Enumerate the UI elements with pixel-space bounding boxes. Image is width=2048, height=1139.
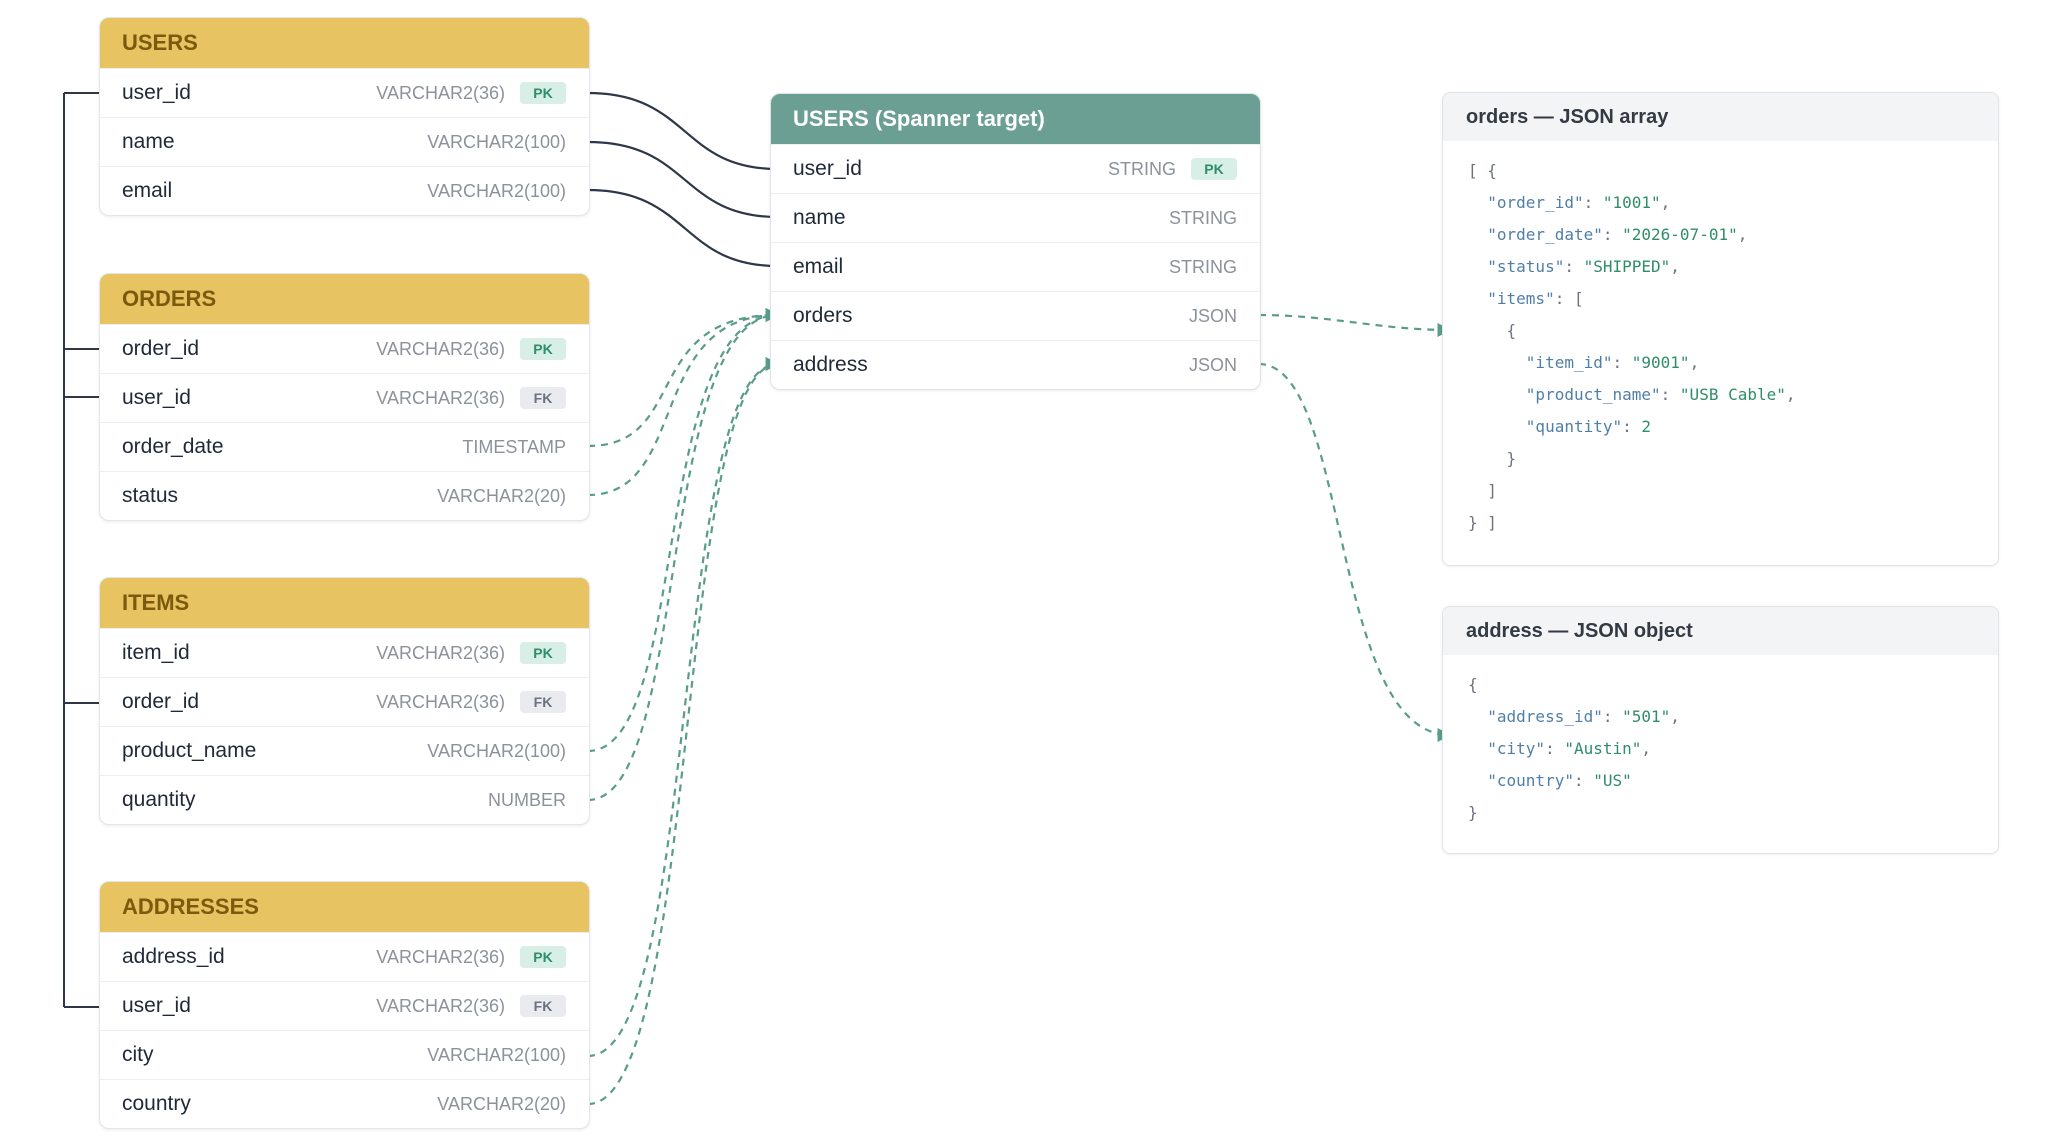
orders-row-user-id: user_id VARCHAR2(36) FK: [100, 373, 589, 422]
link-user-id: [587, 91, 779, 174]
users-row-name: name VARCHAR2(100): [100, 117, 589, 166]
column-type: VARCHAR2(36): [376, 643, 505, 663]
column-name: order_id: [122, 337, 200, 360]
column-name: email: [793, 255, 844, 278]
target-row-address: address JSON: [771, 340, 1260, 389]
column-name: orders: [793, 304, 853, 327]
column-name: address: [793, 353, 868, 376]
address-json-panel-title: address — JSON object: [1443, 607, 1998, 655]
items-table: ITEMS item_id VARCHAR2(36) PK order_id V…: [99, 577, 590, 825]
users-table: USERS user_id VARCHAR2(36) PK name VARCH…: [99, 17, 590, 216]
target-table-header: USERS (Spanner target): [771, 94, 1260, 144]
column-name: user_id: [122, 81, 191, 104]
column-type: JSON: [1188, 306, 1237, 326]
link-orders-to-json-array: [1258, 313, 1452, 337]
column-name: name: [793, 206, 846, 229]
column-name: quantity: [122, 788, 196, 811]
fk-badge: FK: [520, 387, 566, 409]
target-row-user-id: user_id STRING PK: [771, 144, 1260, 193]
column-type: TIMESTAMP: [462, 437, 566, 457]
orders-json-panel: orders — JSON array [ { "order_id": "100…: [1442, 92, 1999, 566]
column-type: VARCHAR2(36): [376, 947, 505, 967]
orders-row-order-id: order_id VARCHAR2(36) PK: [100, 324, 589, 373]
address-json-panel: address — JSON object { "address_id": "5…: [1442, 606, 1999, 854]
users-row-user-id: user_id VARCHAR2(36) PK: [100, 68, 589, 117]
link-email: [587, 188, 779, 271]
column-name: user_id: [793, 157, 862, 180]
orders-table-header: ORDERS: [100, 274, 589, 324]
link-city-to-address: [587, 357, 780, 1058]
column-type: STRING: [1168, 208, 1237, 228]
column-type: VARCHAR2(100): [427, 1045, 566, 1065]
column-name: user_id: [122, 386, 191, 409]
fk-badge: FK: [520, 691, 566, 713]
orders-row-status: status VARCHAR2(20): [100, 471, 589, 520]
items-row-product-name: product_name VARCHAR2(100): [100, 726, 589, 775]
address-json-code: { "address_id": "501", "city": "Austin",…: [1468, 675, 1680, 822]
addresses-row-user-id: user_id VARCHAR2(36) FK: [100, 981, 589, 1030]
items-row-quantity: quantity NUMBER: [100, 775, 589, 824]
users-table-header: USERS: [100, 18, 589, 68]
column-type: VARCHAR2(36): [376, 996, 505, 1016]
column-name: user_id: [122, 994, 191, 1017]
column-type: NUMBER: [487, 790, 566, 810]
column-name: status: [122, 484, 179, 507]
column-name: email: [122, 179, 173, 202]
link-address-to-json-object: [1258, 362, 1452, 742]
addresses-row-city: city VARCHAR2(100): [100, 1030, 589, 1079]
link-status-to-orders: [587, 308, 780, 497]
items-row-item-id: item_id VARCHAR2(36) PK: [100, 628, 589, 677]
column-name: item_id: [122, 641, 190, 664]
column-type: VARCHAR2(20): [437, 1094, 566, 1114]
column-type: VARCHAR2(36): [376, 339, 505, 359]
users-row-email: email VARCHAR2(100): [100, 166, 589, 215]
pk-badge: PK: [520, 642, 566, 664]
fk-relationship-bracket: [63, 92, 99, 1008]
column-name: name: [122, 130, 175, 153]
column-type: VARCHAR2(36): [376, 388, 505, 408]
column-name: city: [122, 1043, 154, 1066]
target-row-orders: orders JSON: [771, 291, 1260, 340]
column-type: VARCHAR2(36): [376, 692, 505, 712]
fk-badge: FK: [520, 995, 566, 1017]
items-table-header: ITEMS: [100, 578, 589, 628]
addresses-row-address-id: address_id VARCHAR2(36) PK: [100, 932, 589, 981]
target-row-name: name STRING: [771, 193, 1260, 242]
orders-table: ORDERS order_id VARCHAR2(36) PK user_id …: [99, 273, 590, 521]
column-name: order_id: [122, 690, 200, 713]
target-row-email: email STRING: [771, 242, 1260, 291]
column-type: STRING: [1168, 257, 1237, 277]
column-name: country: [122, 1092, 191, 1115]
items-row-order-id: order_id VARCHAR2(36) FK: [100, 677, 589, 726]
column-type: VARCHAR2(36): [376, 83, 505, 103]
spanner-target-table: USERS (Spanner target) user_id STRING PK…: [770, 93, 1261, 390]
orders-row-order-date: order_date TIMESTAMP: [100, 422, 589, 471]
pk-badge: PK: [520, 338, 566, 360]
column-type: VARCHAR2(100): [427, 132, 566, 152]
orders-json-panel-title: orders — JSON array: [1443, 93, 1998, 141]
pk-badge: PK: [520, 946, 566, 968]
addresses-table: ADDRESSES address_id VARCHAR2(36) PK use…: [99, 881, 590, 1129]
column-type: VARCHAR2(20): [437, 486, 566, 506]
column-type: STRING: [1107, 159, 1176, 179]
column-type: VARCHAR2(100): [427, 181, 566, 201]
column-name: order_date: [122, 435, 224, 458]
pk-badge: PK: [1191, 158, 1237, 180]
column-type: VARCHAR2(100): [427, 741, 566, 761]
addresses-table-header: ADDRESSES: [100, 882, 589, 932]
link-name: [587, 140, 779, 222]
addresses-row-country: country VARCHAR2(20): [100, 1079, 589, 1128]
column-type: JSON: [1188, 355, 1237, 375]
column-name: product_name: [122, 739, 257, 762]
orders-json-code: [ { "order_id": "1001", "order_date": "2…: [1468, 161, 1796, 532]
pk-badge: PK: [520, 82, 566, 104]
column-name: address_id: [122, 945, 225, 968]
